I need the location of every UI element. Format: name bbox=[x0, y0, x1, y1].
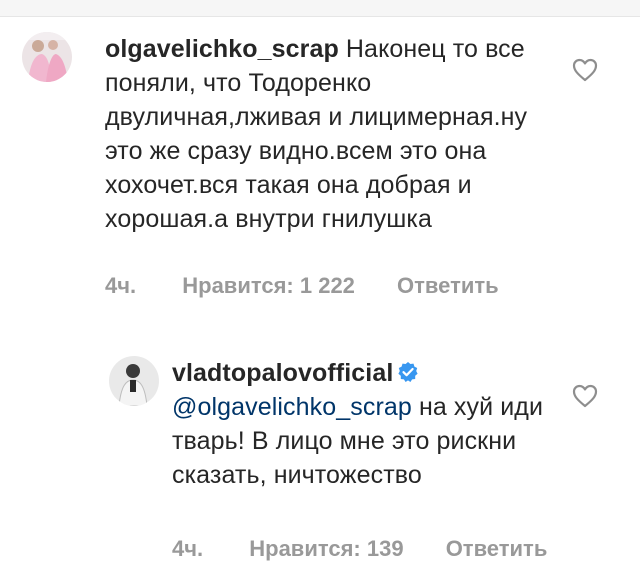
comment-text: Наконец то все поняли, что Тодоренко дву… bbox=[105, 35, 528, 233]
top-bar bbox=[0, 0, 640, 17]
comment-meta: 4ч. Нравится: 1 222 Ответить bbox=[105, 273, 499, 299]
comment-likes[interactable]: Нравится: 139 bbox=[249, 536, 403, 562]
verified-badge-icon bbox=[397, 358, 419, 382]
reply-button[interactable]: Ответить bbox=[446, 536, 548, 562]
comment-username[interactable]: olgavelichko_scrap bbox=[105, 35, 339, 63]
heart-outline-icon[interactable] bbox=[572, 58, 598, 82]
reply-button[interactable]: Ответить bbox=[397, 273, 499, 299]
comment-time: 4ч. bbox=[105, 273, 137, 298]
heart-outline-icon[interactable] bbox=[572, 384, 598, 408]
avatar[interactable] bbox=[109, 356, 159, 406]
comment-username[interactable]: vladtopalovofficial bbox=[172, 359, 393, 387]
comment-body: olgavelichko_scrap Наконец то все поняли… bbox=[105, 32, 545, 236]
comment-time: 4ч. bbox=[172, 536, 204, 561]
avatar[interactable] bbox=[22, 32, 72, 82]
comment-likes[interactable]: Нравится: 1 222 bbox=[182, 273, 355, 299]
comment-mention[interactable]: @olgavelichko_scrap bbox=[172, 393, 412, 421]
comment-body: vladtopalovofficial @olgavelichko_scrap … bbox=[172, 356, 552, 492]
comment-meta: 4ч. Нравится: 139 Ответить bbox=[172, 536, 547, 562]
